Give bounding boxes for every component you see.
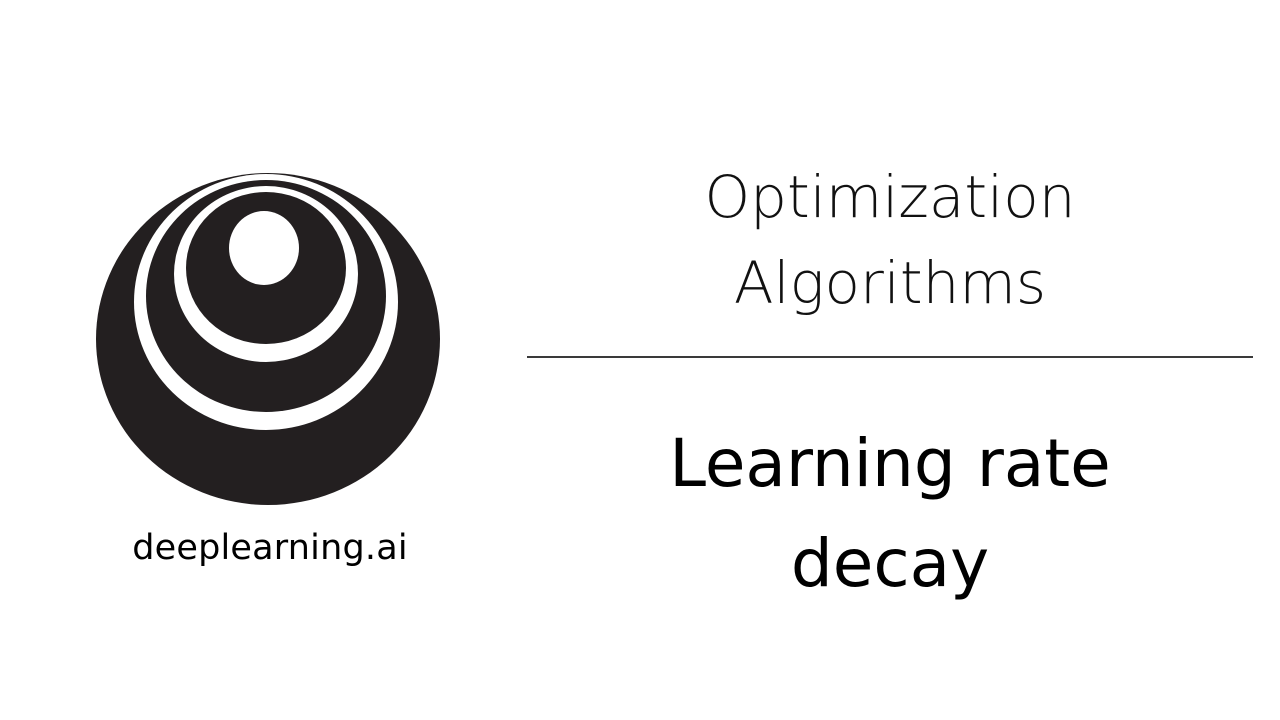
logo-graphic bbox=[96, 173, 440, 505]
brand-name: deeplearning.ai bbox=[132, 528, 408, 568]
section-title-line-1: Optimization bbox=[704, 163, 1076, 231]
section-title-line-2: Algorithms bbox=[733, 249, 1047, 317]
section-title: Optimization Algorithms bbox=[600, 154, 1180, 326]
video-title-line-2: decay bbox=[790, 525, 990, 602]
title-divider bbox=[527, 356, 1253, 358]
logo-core-dot bbox=[229, 211, 299, 285]
video-title: Learning rate decay bbox=[600, 414, 1180, 614]
video-title-line-1: Learning rate bbox=[669, 425, 1111, 502]
deeplearning-logo-icon bbox=[94, 172, 442, 506]
